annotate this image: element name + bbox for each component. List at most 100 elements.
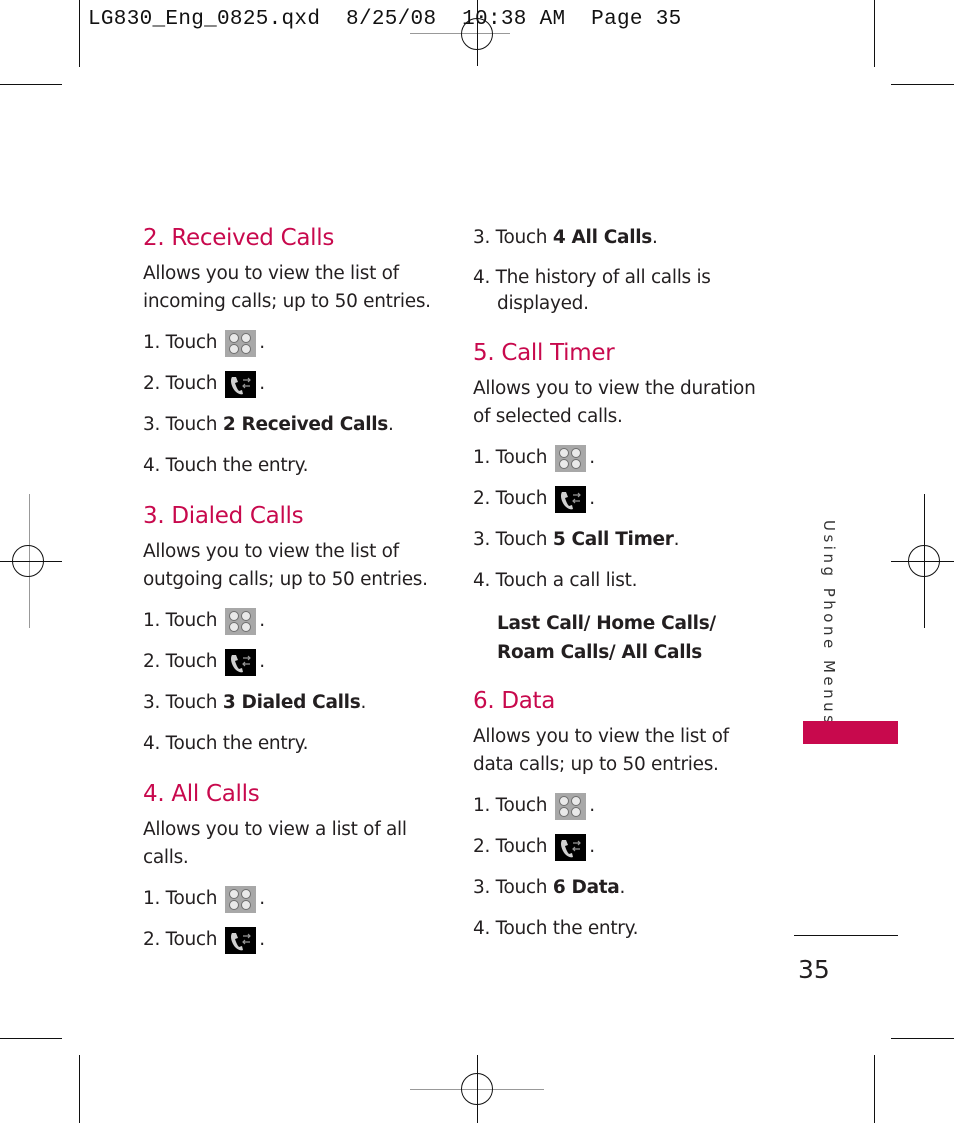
section-dialed-calls: 3. Dialed Calls Allows you to view the l… bbox=[143, 500, 433, 758]
step-suffix: . bbox=[259, 610, 265, 631]
step-suffix: . bbox=[589, 836, 595, 857]
section-call-timer: 5. Call Timer Allows you to view the dur… bbox=[473, 337, 773, 667]
crop-mark bbox=[0, 84, 62, 85]
step: 3. Touch 4 All Calls. bbox=[473, 224, 773, 252]
crop-mark bbox=[874, 0, 875, 67]
section-description: Allows you to view the list of outgoing … bbox=[143, 541, 428, 590]
step: 3. Touch 6 Data. bbox=[473, 874, 773, 902]
step-text: 2. Touch bbox=[143, 651, 218, 672]
step: 3. Touch 5 Call Timer. bbox=[473, 526, 773, 554]
step-text: 4. The history of all calls is displayed… bbox=[473, 267, 711, 314]
step-text: 1. Touch bbox=[143, 332, 218, 353]
section-title: 6. Data bbox=[473, 688, 556, 714]
step: 2. Touch. bbox=[473, 833, 773, 861]
call-history-icon bbox=[225, 926, 257, 954]
step-suffix: . bbox=[259, 929, 265, 950]
menu-grid-icon bbox=[555, 792, 587, 820]
step-suffix: . bbox=[360, 692, 367, 713]
menu-option: 2 Received Calls bbox=[222, 414, 389, 435]
step-text: 3. Touch bbox=[473, 877, 553, 898]
section-description: Allows you to view a list of all calls. bbox=[143, 819, 407, 868]
section-description: Allows you to view the duration of selec… bbox=[473, 378, 756, 427]
menu-grid-icon bbox=[225, 607, 257, 635]
crop-mark bbox=[874, 1055, 875, 1123]
menu-option: 5 Call Timer bbox=[552, 529, 674, 550]
menu-grid-icon bbox=[555, 444, 587, 472]
crop-mark bbox=[79, 1055, 80, 1123]
call-history-icon bbox=[225, 370, 257, 398]
menu-option: 3 Dialed Calls bbox=[222, 692, 361, 713]
call-history-icon bbox=[555, 485, 587, 513]
step-text: 1. Touch bbox=[473, 447, 548, 468]
step: 3. Touch 3 Dialed Calls. bbox=[143, 689, 433, 717]
step-text: 1. Touch bbox=[473, 795, 548, 816]
section-title: 4. All Calls bbox=[143, 781, 260, 807]
section-title: 3. Dialed Calls bbox=[143, 503, 304, 529]
page-number: 35 bbox=[798, 955, 830, 984]
step-text: 4. Touch the entry. bbox=[143, 733, 309, 754]
step: 2. Touch. bbox=[143, 648, 433, 676]
step-text: 3. Touch bbox=[473, 529, 553, 550]
step-text: 2. Touch bbox=[473, 836, 548, 857]
step-suffix: . bbox=[589, 488, 595, 509]
step-text: 4. Touch a call list. bbox=[473, 570, 638, 591]
step-text: 3. Touch bbox=[473, 227, 553, 248]
menu-grid-icon bbox=[225, 885, 257, 913]
section-title: 5. Call Timer bbox=[473, 340, 615, 366]
step: 4. Touch the entry. bbox=[143, 452, 433, 480]
step-text: 1. Touch bbox=[143, 888, 218, 909]
step-text: 2. Touch bbox=[473, 488, 548, 509]
section-data: 6. Data Allows you to view the list of d… bbox=[473, 685, 773, 943]
registration-mark-circle bbox=[908, 545, 940, 577]
step: 2. Touch. bbox=[473, 485, 773, 513]
crop-mark bbox=[891, 1038, 954, 1039]
step: 2. Touch. bbox=[143, 370, 433, 398]
call-list-options: Last Call/ Home Calls/ Roam Calls/ All C… bbox=[497, 613, 716, 663]
crop-mark bbox=[0, 1038, 62, 1039]
step-suffix: . bbox=[589, 795, 595, 816]
section-description: Allows you to view the list of incoming … bbox=[143, 263, 431, 312]
step-text: 4. Touch the entry. bbox=[473, 918, 639, 939]
crop-mark bbox=[79, 0, 80, 67]
step-text: 3. Touch bbox=[143, 414, 223, 435]
section-all-calls: 4. All Calls Allows you to view a list o… bbox=[143, 778, 433, 954]
registration-mark-circle bbox=[12, 545, 44, 577]
step: 4. Touch a call list. bbox=[473, 567, 773, 595]
side-tab-marker bbox=[803, 721, 898, 744]
registration-mark-circle bbox=[461, 1073, 493, 1105]
step: 3. Touch 2 Received Calls. bbox=[143, 411, 433, 439]
step: 4. Touch the entry. bbox=[473, 915, 773, 943]
menu-option: 4 All Calls bbox=[552, 227, 653, 248]
menu-grid-icon bbox=[225, 329, 257, 357]
call-history-icon bbox=[225, 648, 257, 676]
registration-mark-circle bbox=[461, 18, 493, 50]
section-description: Allows you to view the list of data call… bbox=[473, 726, 729, 775]
left-column: 2. Received Calls Allows you to view the… bbox=[143, 222, 433, 954]
step-suffix: . bbox=[619, 877, 626, 898]
step-suffix: . bbox=[259, 888, 265, 909]
step-suffix: . bbox=[259, 332, 265, 353]
step-text: 2. Touch bbox=[143, 929, 218, 950]
step-suffix: . bbox=[388, 414, 394, 435]
call-history-icon bbox=[555, 833, 587, 861]
registration-mark-line bbox=[410, 33, 510, 34]
crop-mark bbox=[891, 84, 954, 85]
step-suffix: . bbox=[589, 447, 595, 468]
step-text: 3. Touch bbox=[143, 692, 223, 713]
step: 1. Touch. bbox=[143, 329, 433, 357]
step: 1. Touch. bbox=[473, 792, 773, 820]
step-text: 4. Touch the entry. bbox=[143, 455, 309, 476]
step-text: 2. Touch bbox=[143, 373, 218, 394]
step-suffix: . bbox=[259, 651, 265, 672]
section-all-calls-continued: 3. Touch 4 All Calls. 4. The history of … bbox=[473, 224, 773, 317]
side-tab-label: Using Phone Menus bbox=[820, 520, 838, 727]
section-received-calls: 2. Received Calls Allows you to view the… bbox=[143, 222, 433, 480]
step: 1. Touch. bbox=[473, 444, 773, 472]
step: 4. Touch the entry. bbox=[143, 730, 433, 758]
print-slug: LG830_Eng_0825.qxd 8/25/08 10:38 AM Page… bbox=[88, 8, 682, 31]
step: 2. Touch. bbox=[143, 926, 433, 954]
step-text: 1. Touch bbox=[143, 610, 218, 631]
step-suffix: . bbox=[673, 529, 680, 550]
step: 1. Touch. bbox=[143, 607, 433, 635]
step-suffix: . bbox=[259, 373, 265, 394]
